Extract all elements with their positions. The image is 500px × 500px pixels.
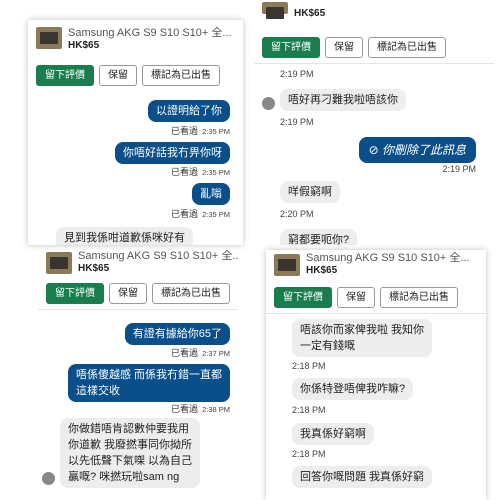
listing-title: Samsung AKG S9 S10 S10+ 全... — [78, 250, 238, 262]
message-line: 你做錯唔肯認數仲要我用 — [68, 423, 189, 435]
message-time: 2:35 PM — [202, 127, 230, 136]
message-line: 贏嘅? 咪撚玩啦sam ng — [68, 471, 180, 483]
seen-label: 已看過 — [171, 348, 199, 358]
message-status: 已看過 2:38 PM — [171, 402, 230, 415]
message-outgoing[interactable]: 唔係傻越感 而係我冇錯一直都 這樣交收 — [68, 364, 231, 402]
avatar[interactable] — [42, 472, 55, 485]
listing-thumbnail — [262, 2, 288, 19]
deleted-icon: ⊘ — [368, 143, 379, 157]
listing-thumbnail — [36, 27, 62, 49]
listing-header[interactable]: Samsung AKG S9 S10 S10+ 全... HK$65 — [46, 250, 238, 275]
message-time: 2:19 PM — [280, 117, 314, 127]
listing-thumbnail — [274, 254, 300, 276]
message-line: 你道歉 我廢撚事同你拗所 — [68, 439, 193, 451]
seen-label: 已看過 — [171, 126, 199, 136]
message-line: 唔係傻越感 而係我冇錯一直都 — [76, 369, 223, 381]
divider — [266, 313, 486, 314]
seen-label: 已看過 — [171, 404, 199, 414]
message-outgoing[interactable]: 有證有據給你65了 — [124, 323, 230, 345]
seen-label: 已看過 — [171, 209, 199, 219]
chat-panel-4: Samsung AKG S9 S10 S10+ 全... HK$65 留下評價 … — [266, 250, 486, 500]
reserve-button[interactable]: 保留 — [325, 37, 363, 58]
message-incoming[interactable]: 唔好再刁難我啦唔該你 — [280, 89, 406, 111]
message-time: 2:18 PM — [292, 405, 326, 415]
message-line: 以先低聲下氣㗎 以為自己 — [68, 455, 193, 467]
message-time: 2:19 PM — [280, 69, 314, 79]
reserve-button[interactable]: 保留 — [99, 65, 137, 86]
message-outgoing[interactable]: 以證明給了你 — [148, 100, 230, 122]
deleted-label: 你刪除了此訊息 — [381, 143, 466, 157]
message-time: 2:18 PM — [292, 449, 326, 459]
action-buttons: 留下評價 保留 標記為已出售 — [46, 283, 230, 304]
mark-sold-button[interactable]: 標記為已出售 — [142, 65, 220, 86]
deleted-message[interactable]: ⊘ 你刪除了此訊息 — [358, 137, 476, 163]
listing-header[interactable]: HK$65 — [262, 2, 326, 20]
divider — [38, 309, 238, 310]
message-outgoing[interactable]: 你唔好話我冇畀你呀 — [115, 142, 230, 164]
message-line: 一定有錢嘅 — [300, 340, 355, 352]
listing-title: Samsung AKG S9 S10 S10+ 全... — [68, 27, 232, 39]
message-incoming[interactable]: 你做錯唔肯認數仲要我用 你道歉 我廢撚事同你拗所 以先低聲下氣㗎 以為自己 贏嘅… — [60, 418, 201, 488]
listing-thumbnail — [46, 252, 72, 274]
action-buttons: 留下評價 保留 標記為已出售 — [262, 37, 446, 58]
reserve-button[interactable]: 保留 — [337, 287, 375, 308]
chat-panel-3: Samsung AKG S9 S10 S10+ 全... HK$65 留下評價 … — [38, 250, 238, 500]
leave-review-button[interactable]: 留下評價 — [46, 283, 104, 304]
listing-price: HK$65 — [68, 40, 100, 51]
message-incoming[interactable]: 你係特登唔俾我咋嘛? — [292, 378, 414, 400]
mark-sold-button[interactable]: 標記為已出售 — [152, 283, 230, 304]
message-incoming[interactable]: 窮都要呃你? — [280, 229, 358, 245]
message-time: 2:35 PM — [202, 210, 230, 219]
message-incoming[interactable]: 回答你嘅問題 我真係好窮 — [292, 466, 433, 488]
mark-sold-button[interactable]: 標記為已出售 — [368, 37, 446, 58]
message-outgoing[interactable]: 亂嗡 — [192, 183, 230, 205]
listing-header[interactable]: Samsung AKG S9 S10 S10+ 全... HK$65 — [36, 27, 232, 52]
message-time: 2:38 PM — [202, 405, 230, 414]
message-incoming[interactable]: 唔該你而家俾我啦 我知你 一定有錢嘅 — [292, 319, 433, 357]
message-time: 2:35 PM — [202, 168, 230, 177]
listing-price: HK$65 — [306, 265, 338, 276]
message-incoming[interactable]: 見到我係咁道歉係咪好有 — [56, 227, 193, 245]
avatar[interactable] — [262, 97, 275, 110]
leave-review-button[interactable]: 留下評價 — [274, 287, 332, 308]
message-time: 2:37 PM — [202, 349, 230, 358]
leave-review-button[interactable]: 留下評價 — [262, 37, 320, 58]
listing-title: Samsung AKG S9 S10 S10+ 全... — [306, 252, 470, 264]
message-incoming[interactable]: 咩假窮啊 — [280, 181, 340, 203]
message-status: 已看過 2:35 PM — [171, 124, 230, 137]
action-buttons: 留下評價 保留 標記為已出售 — [274, 287, 458, 308]
message-time: 2:19 PM — [442, 164, 476, 174]
listing-header[interactable]: Samsung AKG S9 S10 S10+ 全... HK$65 — [274, 252, 470, 277]
chat-panel-1: Samsung AKG S9 S10 S10+ 全... HK$65 留下評價 … — [28, 20, 243, 245]
action-buttons: 留下評價 保留 標記為已出售 — [36, 65, 220, 86]
divider — [254, 63, 494, 64]
message-status: 已看過 2:37 PM — [171, 346, 230, 359]
listing-price: HK$65 — [78, 263, 110, 274]
message-status: 已看過 2:35 PM — [171, 165, 230, 178]
reserve-button[interactable]: 保留 — [109, 283, 147, 304]
message-time: 2:18 PM — [292, 361, 326, 371]
message-time: 2:20 PM — [280, 209, 314, 219]
seen-label: 已看過 — [171, 167, 199, 177]
leave-review-button[interactable]: 留下評價 — [36, 65, 94, 86]
message-status: 已看過 2:35 PM — [171, 207, 230, 220]
message-line: 唔該你而家俾我啦 我知你 — [300, 324, 425, 336]
listing-price: HK$65 — [294, 8, 326, 19]
chat-panel-2: HK$65 留下評價 保留 標記為已出售 2:19 PM 唔好再刁難我啦唔該你 … — [254, 0, 494, 245]
mark-sold-button[interactable]: 標記為已出售 — [380, 287, 458, 308]
message-incoming[interactable]: 我真係好窮啊 — [292, 423, 374, 445]
message-line: 這樣交收 — [76, 385, 120, 397]
